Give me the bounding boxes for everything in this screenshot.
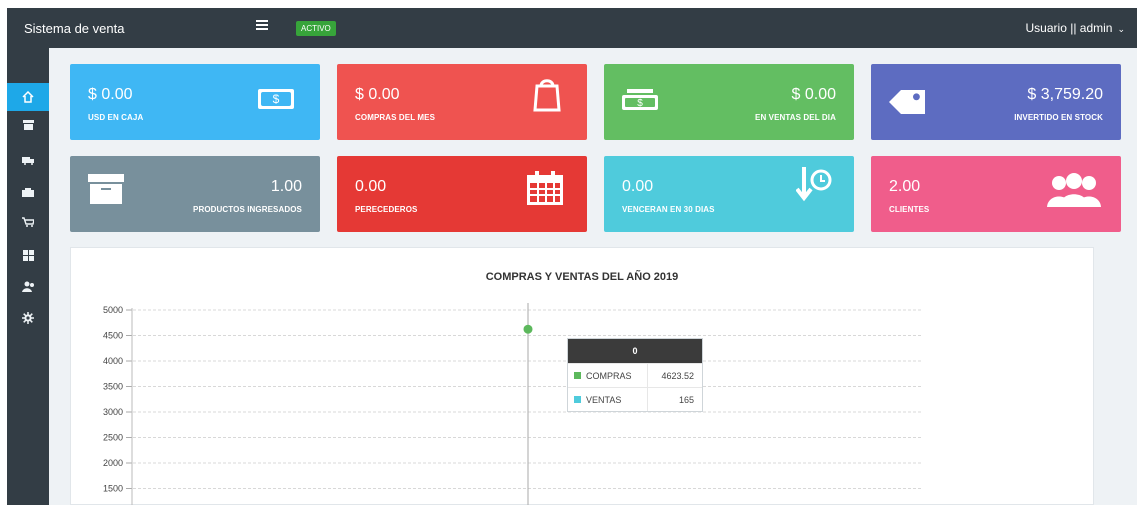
outer-left bbox=[0, 0, 7, 505]
y-tick-label: 1500 bbox=[103, 484, 123, 494]
sidebar bbox=[7, 48, 49, 505]
card-label: INVERTIDO EN STOCK bbox=[1014, 113, 1103, 122]
card-productos[interactable]: 1.00 PRODUCTOS INGRESADOS bbox=[70, 156, 320, 232]
card-value: 2.00 bbox=[889, 178, 921, 195]
y-tick-label: 2000 bbox=[103, 458, 123, 468]
user-label: Usuario || admin bbox=[1025, 21, 1113, 35]
brand-title: Sistema de venta bbox=[24, 21, 125, 36]
sales-chart-panel: COMPRAS Y VENTAS DEL AÑO 2019 5000 4500 40… bbox=[70, 247, 1094, 505]
tooltip-ventas-value: 165 bbox=[678, 395, 694, 405]
grid-icon bbox=[22, 249, 34, 261]
tag-icon bbox=[889, 84, 925, 120]
sidebar-item-grid[interactable] bbox=[7, 241, 49, 269]
card-value: 1.00 bbox=[270, 178, 302, 195]
card-label: COMPRAS DEL MES bbox=[355, 113, 436, 122]
card-value: $ 0.00 bbox=[88, 86, 133, 103]
svg-text:$: $ bbox=[273, 92, 280, 106]
card-perecederos[interactable]: 0.00 PERECEDEROS bbox=[337, 156, 587, 232]
cart-icon bbox=[22, 217, 34, 227]
y-tick-label: 4000 bbox=[103, 356, 123, 366]
user-menu[interactable]: Usuario || admin ⌄ bbox=[1026, 21, 1125, 35]
sidebar-item-archive[interactable] bbox=[7, 111, 49, 139]
tooltip-series-name: COMPRAS bbox=[568, 364, 648, 387]
archive-icon bbox=[88, 171, 124, 207]
truck-icon bbox=[21, 156, 34, 165]
gear-icon bbox=[22, 312, 34, 324]
home-icon bbox=[22, 91, 34, 103]
tooltip-compras-label: COMPRAS bbox=[586, 370, 632, 381]
chevron-down-icon: ⌄ bbox=[1117, 24, 1125, 34]
dashboard-content: $ 0.00 USD EN CAJA $ $ 0.00 COMPRAS DEL … bbox=[49, 48, 1137, 505]
archive-icon bbox=[22, 120, 34, 130]
card-usd-caja[interactable]: $ 0.00 USD EN CAJA $ bbox=[70, 64, 320, 140]
calendar-icon bbox=[527, 170, 563, 206]
card-value: 0.00 bbox=[355, 178, 387, 195]
shopping-bag-icon bbox=[529, 76, 565, 112]
sidebar-item-users[interactable] bbox=[7, 272, 49, 300]
tooltip-series-name: VENTAS bbox=[568, 388, 648, 411]
card-invertido-stock[interactable]: $ 3,759.20 INVERTIDO EN STOCK bbox=[871, 64, 1121, 140]
sidebar-item-settings[interactable] bbox=[7, 304, 49, 332]
tooltip-ventas-label: VENTAS bbox=[586, 394, 622, 405]
card-label: PERECEDEROS bbox=[355, 205, 418, 214]
sidebar-item-cart[interactable] bbox=[7, 208, 49, 236]
card-value: 0.00 bbox=[622, 178, 654, 195]
chart-tooltip: 0 COMPRAS 4623.52 VENTAS 165 bbox=[567, 338, 703, 412]
users-icon bbox=[1043, 172, 1105, 208]
card-value: $ 0.00 bbox=[355, 86, 400, 103]
y-tick-label: 2500 bbox=[103, 433, 123, 443]
compras-swatch bbox=[574, 372, 581, 379]
card-label: USD EN CAJA bbox=[88, 113, 144, 122]
card-label: PRODUCTOS INGRESADOS bbox=[193, 205, 302, 214]
y-tick-label: 4500 bbox=[103, 331, 123, 341]
tooltip-row: COMPRAS 4623.52 bbox=[568, 363, 702, 387]
cash-icon: $ bbox=[258, 81, 294, 117]
cash-register-icon: $ bbox=[622, 81, 658, 117]
menu-toggle-icon[interactable] bbox=[256, 20, 268, 32]
card-label: EN VENTAS DEL DIA bbox=[755, 113, 836, 122]
card-value: $ 3,759.20 bbox=[1027, 86, 1103, 103]
card-label: CLIENTES bbox=[889, 205, 930, 214]
tooltip-row: VENTAS 165 bbox=[568, 387, 702, 411]
y-tick-label: 3000 bbox=[103, 407, 123, 417]
y-tick-label: 5000 bbox=[103, 305, 123, 315]
y-tick-label: 3500 bbox=[103, 382, 123, 392]
sidebar-item-trucks[interactable] bbox=[7, 146, 49, 174]
svg-text:$: $ bbox=[637, 98, 643, 109]
clock-down-icon bbox=[796, 167, 832, 204]
card-venceran[interactable]: 0.00 VENCERAN EN 30 DIAS bbox=[604, 156, 854, 232]
users-icon bbox=[21, 281, 34, 292]
sidebar-item-cash[interactable] bbox=[7, 178, 49, 206]
compras-point[interactable] bbox=[523, 324, 533, 334]
top-bar: Sistema de venta ACTIVO Usuario || admin… bbox=[7, 8, 1137, 48]
card-clientes[interactable]: 2.00 CLIENTES bbox=[871, 156, 1121, 232]
card-compras-mes[interactable]: $ 0.00 COMPRAS DEL MES bbox=[337, 64, 587, 140]
card-label: VENCERAN EN 30 DIAS bbox=[622, 205, 715, 214]
card-ventas-dia[interactable]: $ $ 0.00 EN VENTAS DEL DIA bbox=[604, 64, 854, 140]
cash-register-icon bbox=[22, 187, 34, 197]
sidebar-item-home[interactable] bbox=[7, 83, 49, 111]
ventas-swatch bbox=[574, 396, 581, 403]
tooltip-compras-value: 4623.52 bbox=[661, 371, 694, 381]
card-value: $ 0.00 bbox=[791, 86, 836, 103]
status-badge: ACTIVO bbox=[296, 21, 336, 36]
tooltip-title: 0 bbox=[568, 339, 702, 363]
